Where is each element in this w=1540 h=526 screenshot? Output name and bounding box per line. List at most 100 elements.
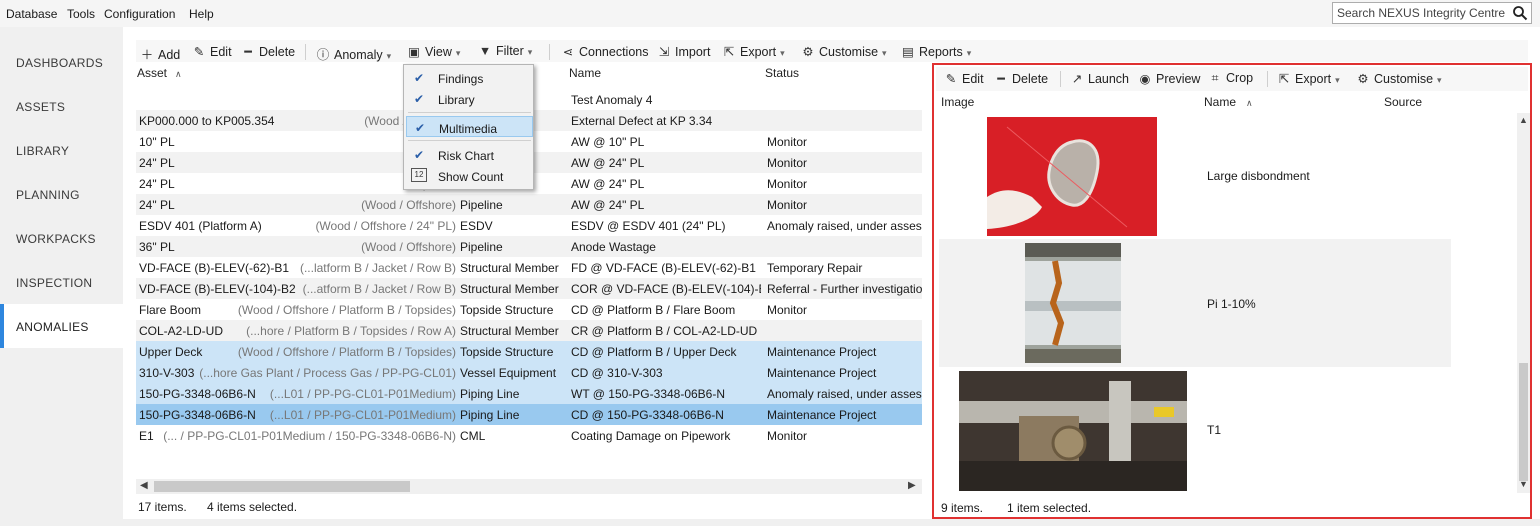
- name-cell: Anode Wastage: [571, 240, 656, 254]
- customise-button[interactable]: ⚙ Customise ▾: [801, 44, 887, 59]
- status-cell: Maintenance Project: [767, 408, 877, 422]
- menu-item-show-count[interactable]: 12 Show Count: [406, 165, 533, 186]
- scroll-down-icon[interactable]: ▼: [1519, 479, 1528, 489]
- chevron-down-icon: ▾: [1335, 75, 1340, 85]
- scroll-thumb[interactable]: [1519, 363, 1528, 481]
- type-cell: Vessel Equipment: [460, 366, 557, 380]
- delete-button[interactable]: ━ Delete: [241, 44, 295, 59]
- menu-bar: Database Tools Configuration Help Search…: [0, 0, 1540, 27]
- media-customise-button[interactable]: ⚙ Customise ▾: [1356, 71, 1442, 86]
- media-selected-count: 1 item selected.: [1007, 501, 1092, 515]
- table-row[interactable]: 150-PG-3348-06B6-N (...L01 / PP-PG-CL01-P…: [136, 404, 922, 425]
- media-delete-label: Delete: [1012, 72, 1049, 86]
- media-name: Pi 1-10%: [1207, 297, 1256, 311]
- crop-button[interactable]: ⌗ Crop: [1208, 71, 1253, 86]
- table-row[interactable]: 36" PL (Wood / Offshore) Pipeline Anode Was…: [136, 236, 922, 257]
- status-cell: Monitor: [767, 135, 808, 149]
- media-export-button[interactable]: ⇱ Export ▾: [1277, 71, 1340, 86]
- vertical-scrollbar[interactable]: ▲ ▼: [1517, 113, 1530, 493]
- menu-item-library[interactable]: ✔ Library: [406, 88, 533, 109]
- table-row[interactable]: E1 (... / PP-PG-CL01-P01Medium / 150-PG-3…: [136, 425, 922, 446]
- table-row[interactable]: COL-A2-LD-UD (...hore / Platform B / Tops…: [136, 320, 922, 341]
- sidebar: DASHBOARDS ASSETS LIBRARY PLANNING WORKP…: [0, 40, 123, 526]
- sidebar-item-planning[interactable]: PLANNING: [0, 172, 123, 216]
- media-delete-button[interactable]: ━ Delete: [994, 71, 1048, 86]
- sidebar-item-label: ANOMALIES: [16, 320, 89, 334]
- export-icon: ⇱: [1278, 72, 1290, 86]
- name-cell: AW @ 24" PL: [571, 156, 645, 170]
- menu-item-label: Show Count: [438, 170, 504, 184]
- anomaly-button[interactable]: ⓘ Anomaly ▾: [316, 44, 391, 63]
- type-cell: ESDV: [460, 219, 493, 233]
- gear-icon: ⚙: [1357, 72, 1369, 86]
- column-header-asset[interactable]: Asset ∧: [137, 66, 182, 80]
- valve-image: [959, 371, 1187, 491]
- name-cell: CD @ 150-PG-3348-06B6-N: [571, 408, 724, 422]
- menu-item-risk-chart[interactable]: ✔ Risk Chart: [406, 144, 533, 165]
- list-item[interactable]: Large disbondment: [939, 113, 1451, 239]
- path-cell: (...hore / Platform B / Topsides / Row A…: [246, 324, 456, 338]
- table-row[interactable]: ESDV 401 (Platform A) (Wood / Offshore / …: [136, 215, 922, 236]
- table-row[interactable]: VD-FACE (B)-ELEV(-62)-B1 (...latform B / …: [136, 257, 922, 278]
- chevron-down-icon: ▾: [966, 48, 972, 58]
- reports-button[interactable]: ▤ Reports ▾: [901, 44, 971, 59]
- table-row[interactable]: Flare Boom (Wood / Offshore / Platform B …: [136, 299, 922, 320]
- path-cell: (... / PP-PG-CL01-P01Medium / 150-PG-334…: [163, 429, 456, 443]
- media-edit-label: Edit: [962, 72, 984, 86]
- filter-button[interactable]: ▼ Filter ▾: [478, 44, 533, 58]
- export-button[interactable]: ⇱ Export ▾: [722, 44, 785, 59]
- scroll-up-icon[interactable]: ▲: [1519, 115, 1528, 125]
- path-cell: (Wood / Offshore): [361, 240, 456, 254]
- check-icon: ✔: [414, 71, 425, 85]
- preview-button[interactable]: ◉ Preview: [1138, 71, 1201, 86]
- launch-button[interactable]: ↗ Launch: [1070, 71, 1129, 86]
- chevron-down-icon: ▾: [1437, 75, 1442, 85]
- edit-button[interactable]: ✎ Edit: [192, 44, 232, 59]
- list-item[interactable]: Pi 1-10%: [939, 239, 1451, 367]
- column-header-image[interactable]: Image: [941, 95, 974, 109]
- import-button[interactable]: ⇲ Import: [657, 44, 711, 59]
- sidebar-item-library[interactable]: LIBRARY: [0, 128, 123, 172]
- menu-item-findings[interactable]: ✔ Findings: [406, 67, 533, 88]
- horizontal-scrollbar[interactable]: ◀ ▶: [136, 479, 922, 494]
- media-name: T1: [1207, 423, 1222, 437]
- sidebar-item-inspection[interactable]: INSPECTION: [0, 260, 123, 304]
- sidebar-item-assets[interactable]: ASSETS: [0, 84, 123, 128]
- media-edit-button[interactable]: ✎ Edit: [944, 71, 984, 86]
- type-cell: CML: [460, 429, 486, 443]
- scroll-right-icon[interactable]: ▶: [908, 480, 916, 491]
- search-icon[interactable]: [1512, 5, 1528, 21]
- name-cell: FD @ VD-FACE (B)-ELEV(-62)-B1: [571, 261, 756, 275]
- name-cell: COR @ VD-FACE (B)-ELEV(-104)-B2: [571, 282, 761, 296]
- view-button[interactable]: ▣ View ▾: [407, 44, 460, 59]
- connections-button[interactable]: ⋖ Connections: [561, 44, 649, 59]
- column-header-source[interactable]: Source: [1384, 95, 1422, 109]
- table-row[interactable]: Upper Deck (Wood / Offshore / Platform B …: [136, 341, 922, 362]
- menu-item-multimedia[interactable]: ✔ Multimedia: [406, 116, 533, 137]
- table-row[interactable]: 150-PG-3348-06B6-N (...L01 / PP-PG-CL01-P…: [136, 383, 922, 404]
- sidebar-item-label: LIBRARY: [16, 144, 70, 158]
- filter-icon: ▼: [478, 44, 492, 58]
- table-row[interactable]: VD-FACE (B)-ELEV(-104)-B2 (...atform B / …: [136, 278, 922, 299]
- multimedia-list: Large disbondment Pi 1-10% T1: [939, 113, 1517, 493]
- menu-configuration[interactable]: Configuration: [104, 7, 175, 21]
- add-button[interactable]: ＋ Add: [140, 44, 181, 63]
- scroll-thumb[interactable]: [154, 481, 410, 492]
- sidebar-item-workpacks[interactable]: WORKPACKS: [0, 216, 123, 260]
- sidebar-item-dashboards[interactable]: DASHBOARDS: [0, 40, 123, 84]
- chevron-down-icon: ▾: [882, 48, 887, 58]
- name-cell: AW @ 24" PL: [571, 198, 645, 212]
- search-input[interactable]: Search NEXUS Integrity Centre: [1332, 2, 1532, 24]
- column-header-media-name[interactable]: Name ∧: [1204, 95, 1253, 109]
- table-row[interactable]: 24" PL (Wood / Offshore) Pipeline AW @ 24" …: [136, 194, 922, 215]
- column-header-name[interactable]: Name: [569, 66, 601, 80]
- list-item[interactable]: T1: [939, 367, 1451, 493]
- scroll-left-icon[interactable]: ◀: [140, 480, 148, 491]
- column-header-status[interactable]: Status: [765, 66, 799, 80]
- menu-database[interactable]: Database: [6, 7, 57, 21]
- table-row[interactable]: 310-V-303 (...hore Gas Plant / Process Ga…: [136, 362, 922, 383]
- path-cell: (...atform B / Jacket / Row B): [302, 282, 456, 296]
- sidebar-item-anomalies[interactable]: ANOMALIES: [0, 304, 123, 348]
- menu-help[interactable]: Help: [189, 7, 214, 21]
- menu-tools[interactable]: Tools: [67, 7, 95, 21]
